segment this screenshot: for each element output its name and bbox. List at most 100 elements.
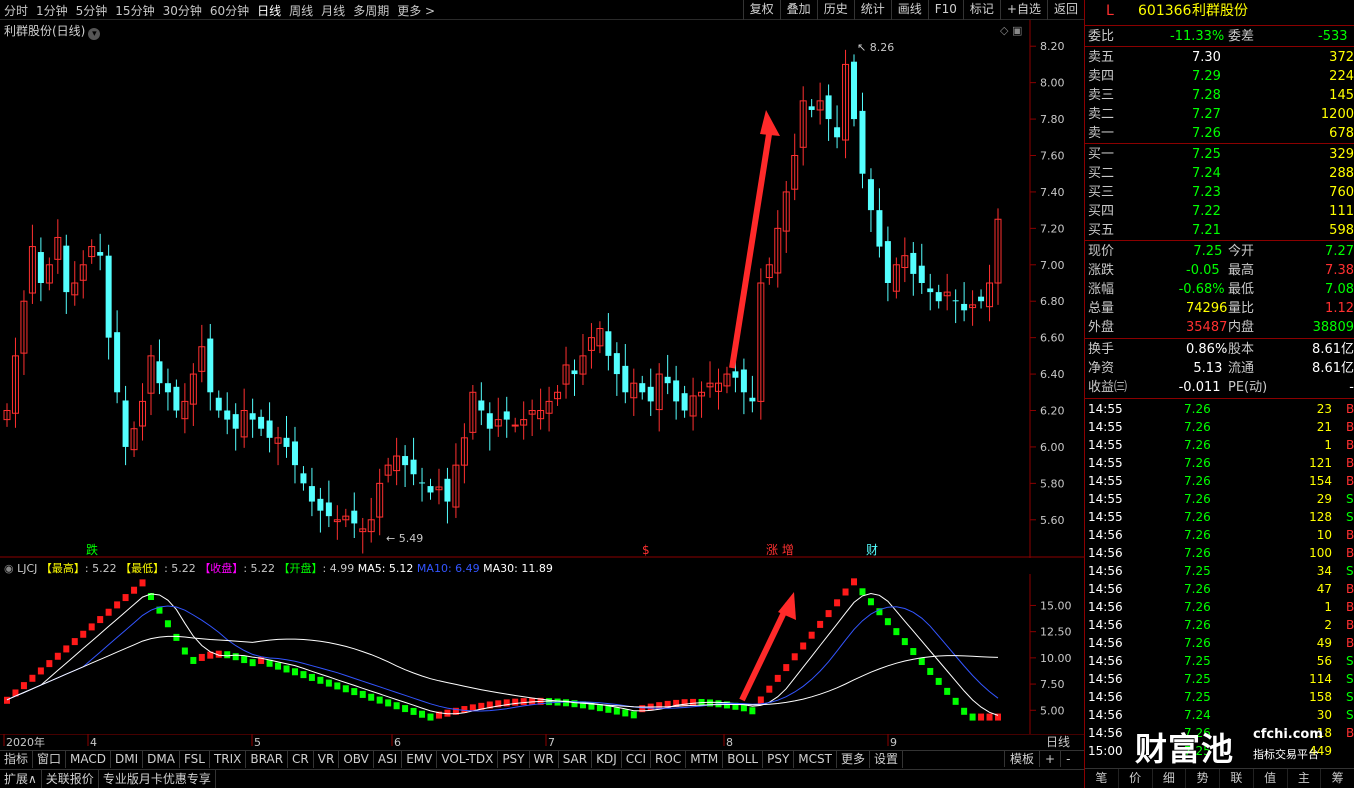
- indicator-tab-14[interactable]: PSY: [498, 751, 530, 768]
- tool-button-6[interactable]: 标记: [962, 0, 1000, 20]
- ask-row[interactable]: 卖一 7.26 678: [1088, 124, 1354, 143]
- bid-row[interactable]: 买一 7.25 329: [1088, 145, 1354, 164]
- tool-button-3[interactable]: 统计: [853, 0, 891, 20]
- indicator-tab-8[interactable]: CR: [288, 751, 314, 768]
- indicator-tab-6[interactable]: TRIX: [210, 751, 247, 768]
- tick-row[interactable]: 14:55 7.26 29 S: [1088, 490, 1354, 508]
- tick-row[interactable]: 14:56 7.25 56 S: [1088, 652, 1354, 670]
- ask-row[interactable]: 卖五 7.30 372: [1088, 48, 1354, 67]
- indicator-tab-15[interactable]: WR: [530, 751, 559, 768]
- tick-row[interactable]: 14:56 7.25 158 S: [1088, 688, 1354, 706]
- quote-row[interactable]: 外盘 35487 内盘 38809: [1088, 318, 1354, 337]
- period-tab-9[interactable]: 多周期: [353, 2, 389, 19]
- period-tab-10[interactable]: 更多 >: [397, 2, 435, 19]
- indicator-tab-19[interactable]: ROC: [651, 751, 687, 768]
- indicator-tab-23[interactable]: MCST: [794, 751, 837, 768]
- period-tab-6[interactable]: 日线: [257, 2, 281, 19]
- tool-button-5[interactable]: F10: [927, 0, 963, 20]
- period-tab-5[interactable]: 60分钟: [210, 2, 249, 19]
- tool-button-1[interactable]: 叠加: [779, 0, 817, 20]
- tick-row[interactable]: 14:55 7.26 21 B: [1088, 418, 1354, 436]
- panel-nav-5[interactable]: 值: [1254, 769, 1288, 788]
- panel-nav-3[interactable]: 势: [1186, 769, 1220, 788]
- indicator-tab-20[interactable]: MTM: [686, 751, 724, 768]
- indicator-tab-21[interactable]: BOLL: [723, 751, 764, 768]
- indicator-tab-5[interactable]: FSL: [180, 751, 210, 768]
- tool-button-7[interactable]: +自选: [999, 0, 1047, 20]
- indicator-tab-10[interactable]: OBV: [339, 751, 374, 768]
- indicator-tab-25[interactable]: 设置: [870, 751, 904, 768]
- indicator-tab-12[interactable]: EMV: [402, 751, 438, 768]
- tick-row[interactable]: 14:55 7.26 121 B: [1088, 454, 1354, 472]
- indicator-tab-16[interactable]: SAR: [559, 751, 593, 768]
- quote-row[interactable]: 涨幅 -0.68% 最低 7.08: [1088, 280, 1354, 299]
- tool-button-4[interactable]: 画线: [890, 0, 928, 20]
- tool-button-0[interactable]: 复权: [742, 0, 780, 20]
- indicator-tab-4[interactable]: DMA: [143, 751, 180, 768]
- status-tab-0[interactable]: 扩展∧: [0, 770, 42, 788]
- quote-row[interactable]: 涨跌 -0.05 最高 7.38: [1088, 261, 1354, 280]
- indicator-tab-24[interactable]: 更多: [837, 751, 870, 768]
- event-marker[interactable]: 涨 增: [766, 542, 794, 557]
- indicator-tab-13[interactable]: VOL-TDX: [437, 751, 499, 768]
- stat-row[interactable]: 收益㈢ -0.011 PE(动) -: [1088, 378, 1354, 397]
- period-tab-7[interactable]: 周线: [289, 2, 313, 19]
- period-tab-1[interactable]: 1分钟: [36, 2, 68, 19]
- tick-row[interactable]: 14:56 7.26 1 B: [1088, 598, 1354, 616]
- stat-row[interactable]: 净资 5.13 流通 8.61亿: [1088, 359, 1354, 378]
- ask-row[interactable]: 卖四 7.29 224: [1088, 67, 1354, 86]
- tick-row[interactable]: 14:56 7.26 49 B: [1088, 634, 1354, 652]
- indicator-tab-17[interactable]: KDJ: [592, 751, 622, 768]
- indicator-tab-2[interactable]: MACD: [66, 751, 112, 768]
- bid-row[interactable]: 买三 7.23 760: [1088, 183, 1354, 202]
- panel-nav-6[interactable]: 主: [1288, 769, 1322, 788]
- indicator-tab-22[interactable]: PSY: [763, 751, 795, 768]
- quote-row[interactable]: 现价 7.25 今开 7.27: [1088, 242, 1354, 261]
- indicator-tab-1[interactable]: 窗口: [33, 751, 67, 768]
- event-marker[interactable]: 财: [866, 543, 878, 557]
- tick-row[interactable]: 14:56 7.26 47 B: [1088, 580, 1354, 598]
- event-marker[interactable]: $: [642, 543, 650, 557]
- tick-row[interactable]: 14:55 7.26 128 S: [1088, 508, 1354, 526]
- panel-nav-1[interactable]: 价: [1119, 769, 1153, 788]
- tick-row[interactable]: 14:56 7.25 34 S: [1088, 562, 1354, 580]
- ask-row[interactable]: 卖三 7.28 145: [1088, 86, 1354, 105]
- period-tab-3[interactable]: 15分钟: [115, 2, 154, 19]
- tick-row[interactable]: 14:55 7.26 23 B: [1088, 400, 1354, 418]
- tick-row[interactable]: 14:56 7.26 10 B: [1088, 526, 1354, 544]
- stat-row[interactable]: 换手 0.86% 股本 8.61亿: [1088, 340, 1354, 359]
- tick-row[interactable]: 14:56 7.26 100 B: [1088, 544, 1354, 562]
- tool-button-8[interactable]: 返回: [1046, 0, 1084, 20]
- candlestick-chart[interactable]: 8.20 8.00 7.80 7.60 7.40 7.20 7.00 6.80 6.60 6.40…: [0, 20, 1084, 558]
- event-marker[interactable]: 跌: [86, 542, 98, 557]
- bid-row[interactable]: 买四 7.22 111: [1088, 202, 1354, 221]
- indicator-tab-3[interactable]: DMI: [111, 751, 144, 768]
- tick-row[interactable]: 14:55 7.26 1 B: [1088, 436, 1354, 454]
- bid-row[interactable]: 买五 7.21 598: [1088, 221, 1354, 240]
- template-button-2[interactable]: -: [1060, 751, 1075, 767]
- status-tab-2[interactable]: 专业版月卡优惠专享: [99, 770, 216, 788]
- panel-nav-4[interactable]: 联: [1220, 769, 1254, 788]
- period-tab-0[interactable]: 分时: [4, 2, 28, 19]
- panel-nav-7[interactable]: 筹: [1321, 769, 1354, 788]
- indicator-tab-0[interactable]: 指标: [0, 751, 34, 768]
- tool-button-2[interactable]: 历史: [816, 0, 854, 20]
- indicator-tab-11[interactable]: ASI: [374, 751, 403, 768]
- indicator-tab-9[interactable]: VR: [314, 751, 340, 768]
- ask-row[interactable]: 卖二 7.27 1200: [1088, 105, 1354, 124]
- period-tab-8[interactable]: 月线: [321, 2, 345, 19]
- template-button-1[interactable]: +: [1039, 751, 1060, 767]
- panel-nav-2[interactable]: 细: [1153, 769, 1187, 788]
- indicator-tab-18[interactable]: CCI: [622, 751, 652, 768]
- template-button-0[interactable]: 模板: [1004, 751, 1039, 767]
- panel-nav-0[interactable]: 笔: [1085, 769, 1119, 788]
- tick-row[interactable]: 14:56 7.26 2 B: [1088, 616, 1354, 634]
- indicator-chart[interactable]: 15.00 12.50 10.00 7.50 5.00: [0, 574, 1084, 734]
- indicator-tab-7[interactable]: BRAR: [246, 751, 289, 768]
- status-tab-1[interactable]: 关联报价: [42, 770, 99, 788]
- bid-row[interactable]: 买二 7.24 288: [1088, 164, 1354, 183]
- period-tab-4[interactable]: 30分钟: [163, 2, 202, 19]
- tick-row[interactable]: 14:56 7.25 114 S: [1088, 670, 1354, 688]
- quote-row[interactable]: 总量 74296 量比 1.12: [1088, 299, 1354, 318]
- tick-row[interactable]: 14:55 7.26 154 B: [1088, 472, 1354, 490]
